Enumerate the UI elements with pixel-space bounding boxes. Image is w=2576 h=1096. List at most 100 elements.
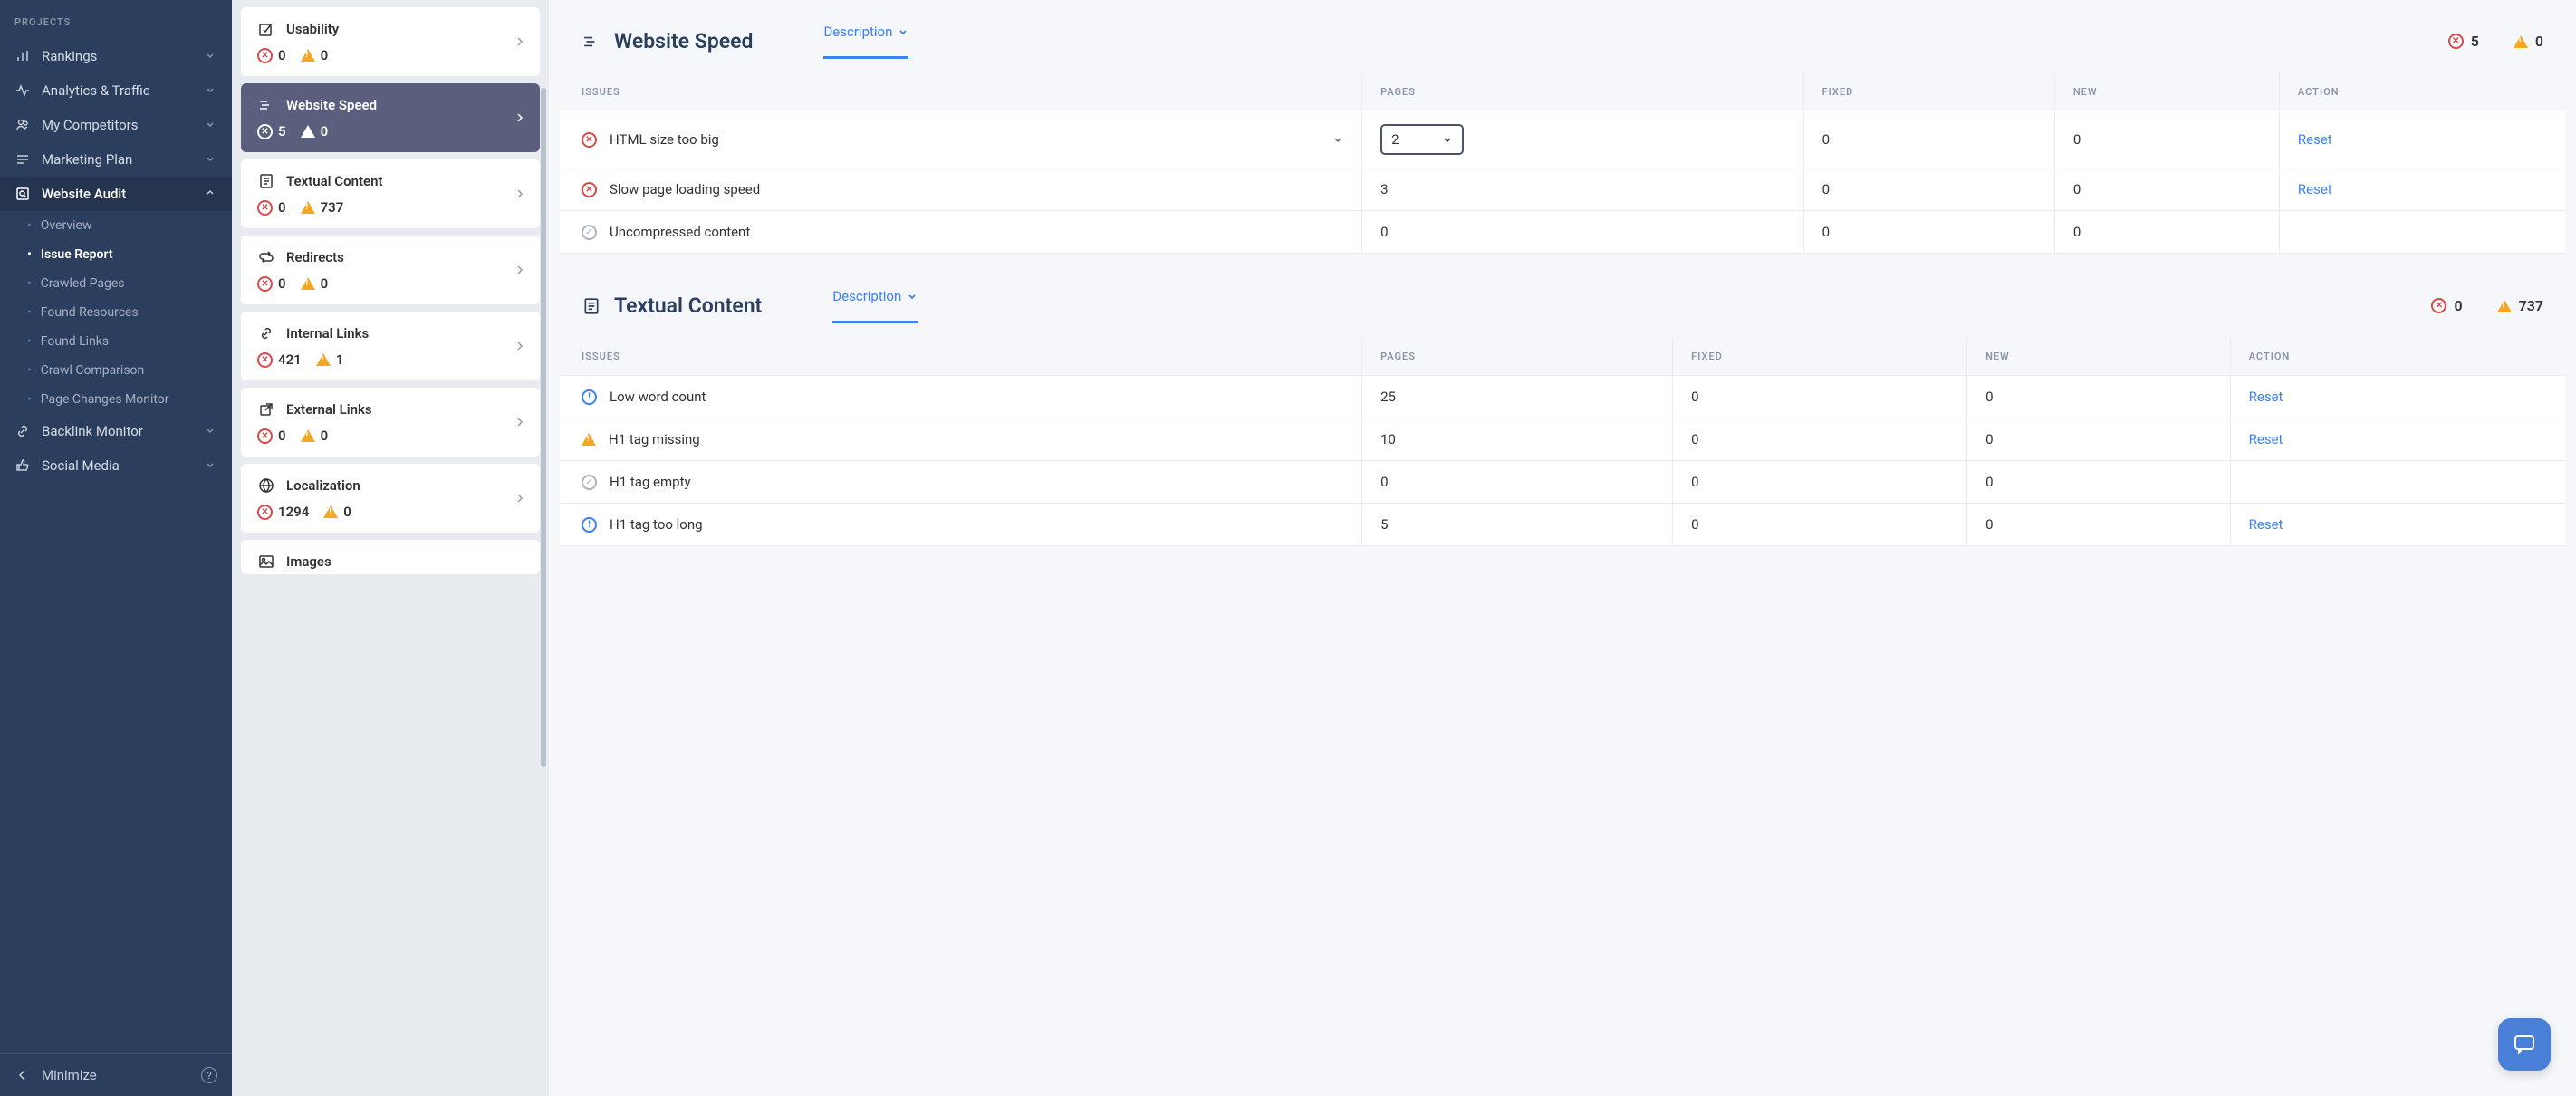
chevron-right-icon [514,36,525,47]
error-icon [257,276,273,292]
globe-icon [257,476,275,495]
fixed-cell: 0 [1803,168,2054,211]
section-title: Textual Content [582,293,762,318]
nav-marketing[interactable]: Marketing Plan [0,142,232,177]
issue-name: Slow page loading speed [610,181,1343,197]
fixed-cell: 0 [1673,418,1967,461]
reset-link[interactable]: Reset [2298,131,2332,148]
chevron-right-icon [514,341,525,351]
sidebar: PROJECTS Rankings Analytics & Traffic My… [0,0,232,1096]
users-icon [14,117,31,133]
fixed-cell: 0 [1803,211,2054,254]
help-icon[interactable]: ? [201,1067,217,1083]
chevron-right-icon [514,112,525,123]
check-icon [582,225,597,240]
reset-link[interactable]: Reset [2249,431,2283,447]
new-cell: 0 [1967,376,2231,418]
nav-backlink[interactable]: Backlink Monitor [0,414,232,448]
new-cell: 0 [2054,168,2279,211]
action-cell: Reset [2279,111,2565,168]
document-icon [257,172,275,190]
nav-analytics[interactable]: Analytics & Traffic [0,73,232,108]
list-icon [14,151,31,168]
subnav-found-links[interactable]: Found Links [0,327,232,356]
subnav-found-resources[interactable]: Found Resources [0,298,232,327]
col-action: ACTION [2230,338,2565,376]
warning-icon [301,429,315,442]
reset-link[interactable]: Reset [2249,389,2283,405]
issue-name: H1 tag empty [610,474,1343,490]
chevron-down-icon [205,84,217,97]
warning-icon [2497,300,2512,312]
category-redirects[interactable]: Redirects 0 0 [241,236,540,304]
category-panel: Usability 0 0 Website Speed 5 0 Textual … [232,0,549,1096]
category-localization[interactable]: Localization 1294 0 [241,464,540,533]
issue-row: H1 tag empty 0 0 0 [560,461,2565,504]
speed-icon [257,96,275,114]
pages-cell: 2 [1362,111,1804,168]
nav-competitors[interactable]: My Competitors [0,108,232,142]
category-textual-content[interactable]: Textual Content 0 737 [241,159,540,228]
minimize-button[interactable]: Minimize ? [0,1054,232,1096]
chevron-down-icon [898,26,908,37]
warning-icon [582,433,596,446]
description-tab[interactable]: Description [832,288,918,323]
col-pages: PAGES [1362,338,1673,376]
warning-icon [316,353,331,366]
reset-link[interactable]: Reset [2298,181,2332,197]
section-title: Website Speed [582,29,753,53]
section-icon [582,32,601,52]
nav-label: Website Audit [42,186,126,202]
nav-website-audit[interactable]: Website Audit [0,177,232,211]
chevron-right-icon [514,493,525,504]
bar-chart-icon [14,48,31,64]
category-internal-links[interactable]: Internal Links 421 1 [241,312,540,380]
chevron-down-icon [205,119,217,131]
description-tab[interactable]: Description [823,24,908,59]
action-cell: Reset [2230,376,2565,418]
scrollbar-thumb[interactable] [541,88,546,767]
issue-row: H1 tag too long 5 0 0 Reset [560,504,2565,546]
chat-button[interactable] [2498,1018,2551,1071]
subnav-issue-report[interactable]: Issue Report [0,240,232,269]
error-icon [257,48,273,63]
category-website-speed[interactable]: Website Speed 5 0 [241,83,540,152]
pages-select[interactable]: 2 [1380,124,1464,155]
nav-social[interactable]: Social Media [0,448,232,483]
reset-link[interactable]: Reset [2249,516,2283,533]
redirect-icon [257,248,275,266]
subnav-page-changes[interactable]: Page Changes Monitor [0,385,232,414]
issue-row: H1 tag missing 10 0 0 Reset [560,418,2565,461]
image-icon [257,553,275,571]
subnav-overview[interactable]: Overview [0,211,232,240]
category-images[interactable]: Images [241,540,540,574]
warning-icon [301,201,315,214]
chevron-right-icon [514,264,525,275]
subnav-crawled-pages[interactable]: Crawled Pages [0,269,232,298]
pulse-icon [14,82,31,99]
nav-label: Analytics & Traffic [42,82,150,99]
error-icon [2448,34,2464,49]
fixed-cell: 0 [1673,504,1967,546]
pages-cell: 0 [1362,211,1804,254]
chevron-down-icon [205,153,217,166]
error-icon [257,200,273,216]
chevron-down-icon [205,50,217,62]
chevron-down-icon[interactable] [1332,134,1343,145]
subnav-crawl-comparison[interactable]: Crawl Comparison [0,356,232,385]
nav-rankings[interactable]: Rankings [0,39,232,73]
category-usability[interactable]: Usability 0 0 [241,7,540,76]
col-issues: ISSUES [560,73,1362,111]
issue-name: Low word count [610,389,1343,405]
fixed-cell: 0 [1673,376,1967,418]
col-action: ACTION [2279,73,2565,111]
error-count: 5 [2471,33,2479,50]
pages-cell: 0 [1362,461,1673,504]
link-icon [14,423,31,439]
link-icon [257,324,275,342]
chevron-down-icon [1442,134,1453,145]
category-external-links[interactable]: External Links 0 0 [241,388,540,457]
new-cell: 0 [1967,418,2231,461]
action-cell [2230,461,2565,504]
nav-label: Social Media [42,457,120,474]
